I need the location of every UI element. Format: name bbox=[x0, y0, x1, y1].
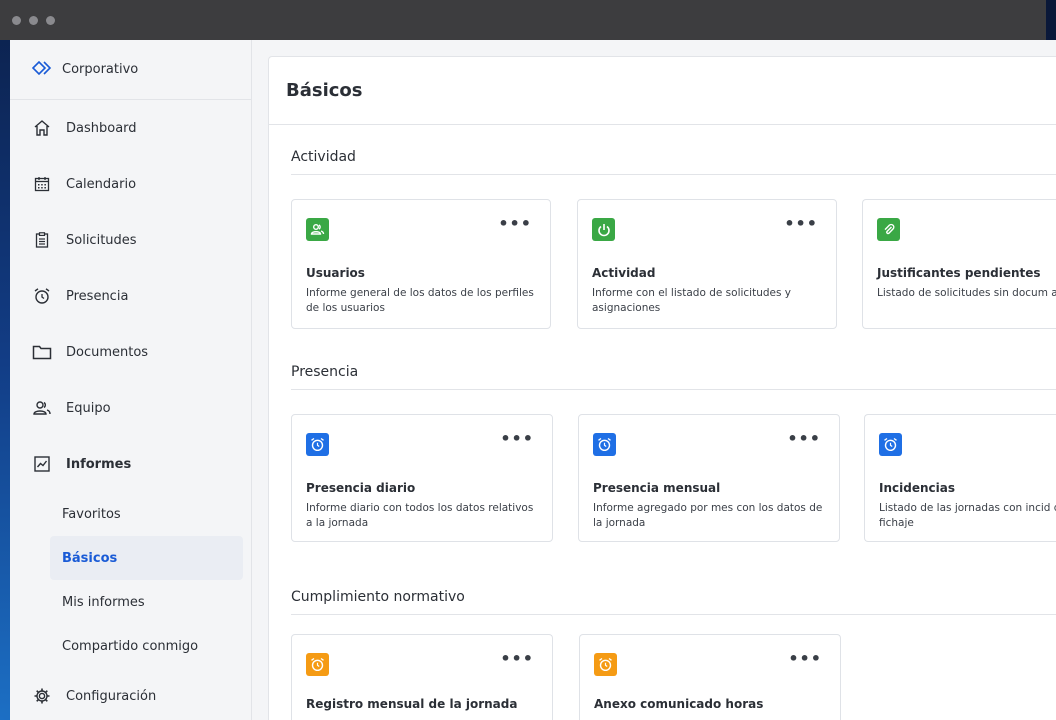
sidebar-item-equipo[interactable]: Equipo bbox=[10, 380, 251, 436]
sidebar-item-label: Equipo bbox=[66, 400, 111, 416]
card-title: Justificantes pendientes bbox=[877, 266, 1041, 280]
report-card-justificantes[interactable]: Justificantes pendientes Listado de soli… bbox=[862, 199, 1056, 329]
diamond-logo-icon bbox=[31, 60, 52, 79]
sidebar-item-dashboard[interactable]: Dashboard bbox=[10, 100, 251, 156]
calendar-icon bbox=[32, 174, 52, 194]
card-title: Anexo comunicado horas bbox=[594, 697, 764, 711]
card-title: Presencia mensual bbox=[593, 481, 721, 495]
card-description: Listado de las jornadas con incid de fic… bbox=[879, 502, 1056, 529]
more-options-button[interactable]: ••• bbox=[788, 649, 822, 668]
users-icon bbox=[306, 218, 329, 241]
card-description: Informe agregado por mes con los datos d… bbox=[593, 502, 823, 529]
team-icon bbox=[32, 398, 52, 418]
sidebar-item-informes[interactable]: Informes bbox=[10, 436, 251, 492]
alarm-clock-icon bbox=[594, 653, 617, 676]
sidebar-item-label: Configuración bbox=[66, 688, 157, 704]
sidebar-item-label: Solicitudes bbox=[66, 232, 137, 248]
card-title: Presencia diario bbox=[306, 481, 416, 495]
section-title-presencia: Presencia bbox=[291, 364, 359, 380]
sidebar-item-solicitudes[interactable]: Solicitudes bbox=[10, 212, 251, 268]
card-title: Usuarios bbox=[306, 266, 365, 280]
alarm-clock-icon bbox=[32, 286, 52, 306]
sidebar-item-label: Dashboard bbox=[66, 120, 137, 136]
sidebar-item-presencia[interactable]: Presencia bbox=[10, 268, 251, 324]
card-description: Informe con el listado de solicitudes y … bbox=[592, 287, 792, 314]
more-options-button[interactable]: ••• bbox=[787, 429, 821, 448]
sidebar-subitem-favoritos[interactable]: Favoritos bbox=[10, 492, 243, 536]
section-divider bbox=[291, 174, 1056, 175]
report-card-registro-mensual[interactable]: ••• Registro mensual de la jornada bbox=[291, 634, 553, 720]
section-divider bbox=[291, 614, 1056, 615]
window-minimize-button[interactable] bbox=[29, 15, 38, 25]
clipboard-icon bbox=[32, 230, 52, 250]
report-card-actividad[interactable]: ••• Actividad Informe con el listado de … bbox=[577, 199, 837, 329]
alarm-clock-icon bbox=[879, 433, 902, 456]
card-description: Informe diario con todos los datos relat… bbox=[306, 502, 534, 529]
alarm-clock-icon bbox=[306, 433, 329, 456]
sidebar-subitem-mis-informes[interactable]: Mis informes bbox=[10, 580, 243, 624]
report-card-incidencias[interactable]: Incidencias Listado de las jornadas con … bbox=[864, 414, 1056, 542]
more-options-button[interactable]: ••• bbox=[500, 429, 534, 448]
brand-name: Corporativo bbox=[62, 62, 139, 77]
report-card-presencia-mensual[interactable]: ••• Presencia mensual Informe agregado p… bbox=[578, 414, 840, 542]
chart-icon bbox=[32, 454, 52, 474]
sidebar-item-label: Presencia bbox=[66, 288, 129, 304]
page-title: Básicos bbox=[269, 57, 1056, 125]
sidebar-item-label: Informes bbox=[66, 456, 132, 472]
sidebar: Corporativo Dashboard Calendario Solicit… bbox=[10, 40, 252, 720]
window-titlebar bbox=[0, 0, 1046, 40]
alarm-clock-icon bbox=[593, 433, 616, 456]
main-panel: Básicos Actividad ••• Usuarios Informe g… bbox=[268, 56, 1056, 720]
card-title: Actividad bbox=[592, 266, 656, 280]
paperclip-icon bbox=[877, 218, 900, 241]
power-icon bbox=[592, 218, 615, 241]
report-card-anexo-comunicado[interactable]: ••• Anexo comunicado horas bbox=[579, 634, 841, 720]
window-close-button[interactable] bbox=[12, 15, 21, 25]
sidebar-subitem-compartido-conmigo[interactable]: Compartido conmigo bbox=[10, 624, 243, 668]
card-title: Incidencias bbox=[879, 481, 955, 495]
folder-icon bbox=[32, 342, 52, 362]
sidebar-item-configuracion[interactable]: Configuración bbox=[10, 668, 251, 720]
report-card-usuarios[interactable]: ••• Usuarios Informe general de los dato… bbox=[291, 199, 551, 329]
window-maximize-button[interactable] bbox=[46, 15, 55, 25]
card-title: Registro mensual de la jornada bbox=[306, 697, 518, 711]
brand[interactable]: Corporativo bbox=[10, 40, 251, 100]
alarm-clock-icon bbox=[306, 653, 329, 676]
section-title-actividad: Actividad bbox=[291, 149, 356, 165]
more-options-button[interactable]: ••• bbox=[784, 214, 818, 233]
app-window: Corporativo Dashboard Calendario Solicit… bbox=[10, 40, 1056, 720]
report-card-presencia-diario[interactable]: ••• Presencia diario Informe diario con … bbox=[291, 414, 553, 542]
sidebar-item-label: Calendario bbox=[66, 176, 137, 192]
section-divider bbox=[291, 389, 1056, 390]
gear-icon bbox=[32, 686, 52, 706]
sidebar-subitem-basicos[interactable]: Básicos bbox=[50, 536, 243, 580]
card-description: Informe general de los datos de los perf… bbox=[306, 287, 534, 314]
home-icon bbox=[32, 118, 52, 138]
sidebar-item-calendario[interactable]: Calendario bbox=[10, 156, 251, 212]
sidebar-item-label: Documentos bbox=[66, 344, 149, 360]
card-description: Listado de solicitudes sin docum adjunto… bbox=[877, 287, 1056, 299]
more-options-button[interactable]: ••• bbox=[500, 649, 534, 668]
section-title-cumplimiento: Cumplimiento normativo bbox=[291, 589, 465, 605]
sidebar-item-documentos[interactable]: Documentos bbox=[10, 324, 251, 380]
more-options-button[interactable]: ••• bbox=[498, 214, 532, 233]
